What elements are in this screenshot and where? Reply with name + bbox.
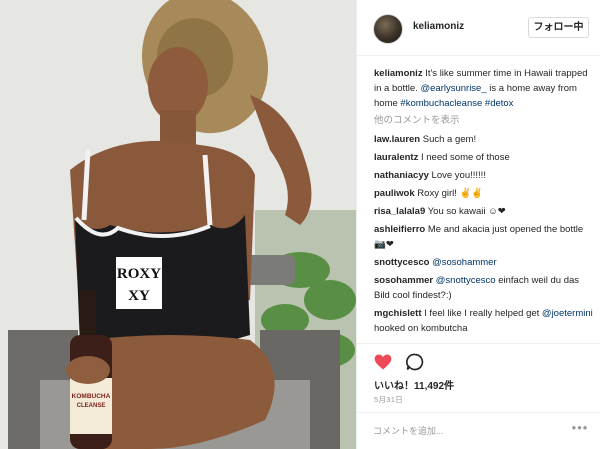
post-actions: いいね！11,492件 5月31日 (357, 343, 600, 404)
post-header: keliamoniz フォロー中 (357, 0, 600, 56)
ellipsis-icon[interactable]: ••• (571, 421, 589, 439)
swimsuit-text-line2: XY (128, 288, 150, 304)
bottle-label-line2: CLEANSE (77, 403, 106, 409)
add-comment-bar: ••• (357, 412, 600, 449)
comment-item: law.lauren Such a gem! (374, 132, 596, 147)
post-date: 5月31日 (374, 395, 404, 404)
caption-hashtag-kombuchacleanse[interactable]: #kombuchacleanse (400, 98, 482, 109)
post-username[interactable]: keliamoniz (413, 21, 464, 32)
post-photo[interactable]: ROXY XY KOMBUCHA CLEANSE (0, 0, 356, 449)
bottle-label-line1: KOMBUCHA (72, 393, 111, 400)
comment-bubble-icon[interactable] (405, 352, 425, 372)
following-button[interactable]: フォロー中 (528, 17, 589, 38)
likes-count[interactable]: いいね！11,492件 (374, 377, 454, 392)
comment-item: lauralentz I need some of those (374, 150, 596, 165)
comment-text: Love you!!!!!! (428, 170, 486, 181)
comment-item: pauliwok Roxy girl! ✌✌ (374, 186, 596, 201)
comment-text: I feel like I really helped get (421, 308, 542, 319)
comment-item: snottycesco @sosohammer (374, 255, 596, 270)
comment-text: I need some of those (418, 152, 510, 163)
comment-item: nathaniacyy Love you!!!!!! (374, 168, 596, 183)
caption-mention[interactable]: @earlysunrise_ (420, 83, 486, 94)
add-comment-input[interactable] (373, 421, 563, 441)
post-sidebar: keliamoniz フォロー中 keliamoniz It's like su… (356, 0, 600, 449)
comment-username[interactable]: pauliwok (374, 188, 415, 199)
like-heart-icon[interactable] (373, 352, 393, 372)
comment-item: sosohammer @snottycesco einfach weil du … (374, 273, 596, 303)
comment-username[interactable]: mgchislett (374, 308, 422, 319)
comment-text: Such a gem! (420, 134, 477, 145)
comment-username[interactable]: sosohammer (374, 275, 433, 286)
comment-username[interactable]: risa_lalala9 (374, 206, 425, 217)
comment-mention[interactable]: @sosohammer (429, 257, 497, 268)
photo-illustration: ROXY XY KOMBUCHA CLEANSE (0, 0, 356, 449)
comment-item: mgchislett I feel like I really helped g… (374, 306, 596, 336)
comment-item: risa_lalala9 You so kawaii ☺❤ (374, 204, 596, 219)
comment-mention[interactable]: @snottycesco (433, 275, 496, 286)
comment-username[interactable]: law.lauren (374, 134, 420, 145)
comment-text: You so kawaii ☺❤ (425, 206, 506, 217)
show-more-comments-link[interactable]: 他のコメントを表示 (374, 113, 596, 128)
swimsuit-text-line1: ROXY (117, 266, 161, 282)
comment-mention[interactable]: @joetermini (542, 308, 593, 319)
comment-username[interactable]: nathaniacyy (374, 170, 429, 181)
comment-item: ashleifierro Me and akacia just opened t… (374, 222, 596, 252)
comment-username[interactable]: ashleifierro (374, 224, 425, 235)
comment-username[interactable]: lauralentz (374, 152, 418, 163)
comment-text-2: hooked on kombutcha (374, 323, 468, 334)
comment-text: Roxy girl! ✌✌ (414, 188, 484, 199)
comment-username[interactable]: snottycesco (374, 257, 429, 268)
avatar[interactable] (373, 14, 403, 44)
caption-hashtag-detox[interactable]: #detox (485, 98, 514, 109)
comments-list: keliamoniz It's like summer time in Hawa… (374, 66, 596, 339)
post-caption: keliamoniz It's like summer time in Hawa… (374, 66, 596, 111)
caption-username[interactable]: keliamoniz (374, 68, 423, 79)
